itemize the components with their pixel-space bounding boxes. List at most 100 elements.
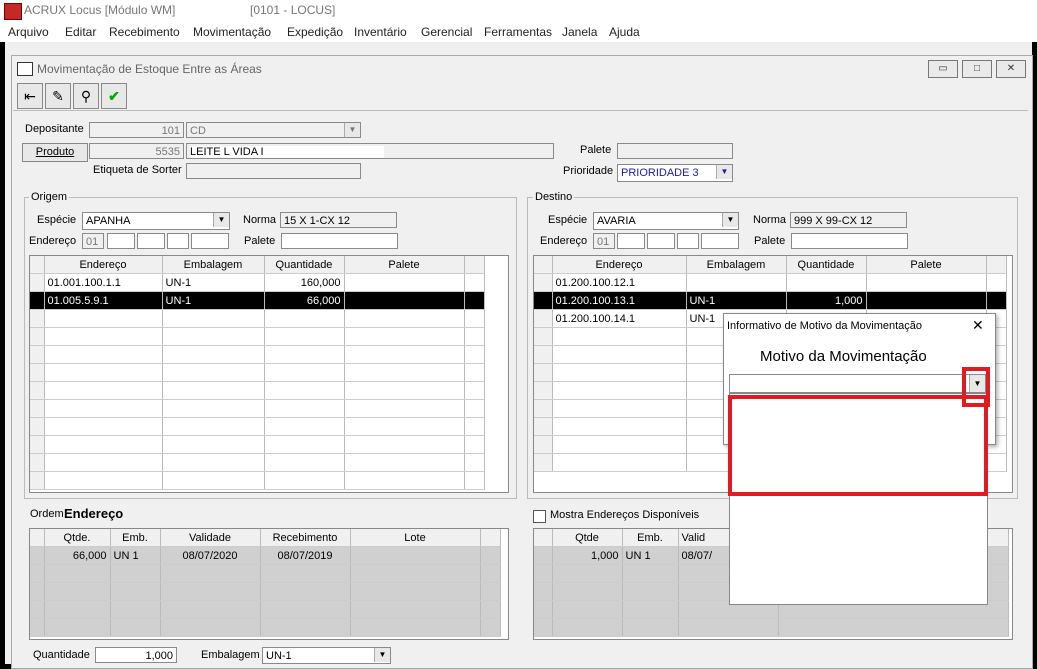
column-header[interactable]: Emb. — [110, 529, 161, 547]
column-header[interactable]: Lote — [350, 529, 481, 547]
origem-palete-field[interactable] — [281, 233, 398, 249]
quantidade-label: Quantidade — [33, 649, 90, 661]
cell-embalagem: UN-1 — [686, 291, 787, 310]
column-header[interactable]: Endereço — [44, 256, 163, 274]
origem-endereco-part[interactable] — [167, 233, 189, 249]
app-logo-icon — [4, 3, 22, 20]
maximize-button[interactable]: □ — [962, 60, 992, 78]
column-header[interactable]: Embalagem — [162, 256, 265, 274]
column-header[interactable]: Quantidade — [786, 256, 867, 274]
palete-label: Palete — [580, 144, 612, 156]
mostra-checkbox[interactable] — [533, 510, 546, 523]
eraser-icon[interactable]: ✎ — [45, 83, 71, 109]
produto-code-field[interactable]: 5535 — [89, 143, 184, 159]
column-header[interactable]: Emb. — [622, 529, 679, 547]
menu-ferramentas[interactable]: Ferramentas — [484, 25, 552, 39]
produto-button[interactable]: Produto — [22, 143, 88, 162]
column-header[interactable]: Quantidade — [264, 256, 345, 274]
menu-arquivo[interactable]: Arquivo — [8, 25, 49, 39]
depositante-code-field[interactable]: 101 — [89, 122, 184, 138]
menu-editar[interactable]: Editar — [65, 25, 96, 39]
cell-emb: UN 1 — [622, 546, 679, 565]
origem-endereco-prefix[interactable]: 01 — [82, 233, 104, 249]
column-header[interactable]: Palete — [866, 256, 987, 274]
window-icon — [17, 62, 33, 76]
destino-palete-label: Palete — [754, 235, 786, 247]
menu-inventario[interactable]: Inventário — [354, 25, 407, 39]
destino-especie-select[interactable]: AVARIA ▼ — [593, 212, 739, 230]
chevron-down-icon[interactable]: ▼ — [213, 213, 229, 227]
destino-title: Destino — [533, 191, 575, 203]
menu-janela[interactable]: Janela — [562, 25, 597, 39]
window-title: Movimentação de Estoque Entre as Áreas — [37, 62, 262, 76]
chevron-down-icon[interactable]: ▼ — [716, 165, 732, 179]
destino-endereco-label: Endereço — [540, 235, 588, 247]
menu-movimentacao[interactable]: Movimentação — [193, 25, 271, 39]
chevron-down-icon[interactable]: ▼ — [722, 213, 738, 227]
cell-endereco: 01.005.5.9.1 — [44, 291, 163, 310]
minimize-button[interactable]: ▭ — [928, 60, 958, 78]
cell-qtde: 66,000 — [44, 546, 111, 565]
produto-name: LEITE L VIDA I — [190, 146, 384, 158]
column-header[interactable]: Endereço — [552, 256, 687, 274]
origem-especie-select[interactable]: APANHA ▼ — [82, 212, 230, 230]
cell-endereco: 01.200.100.14.1 — [552, 309, 687, 328]
cell-emb: UN 1 — [110, 546, 161, 565]
highlight-box-dropdown-list — [728, 395, 988, 496]
ordem-grid[interactable]: Qtde. Emb. Validade Recebimento Lote 66,000 U… — [29, 528, 509, 640]
origem-norma-field[interactable]: 15 X 1-CX 12 — [280, 212, 397, 228]
palete-field[interactable] — [617, 143, 733, 159]
depositante-name: CD — [190, 125, 206, 137]
menu-ajuda[interactable]: Ajuda — [609, 25, 640, 39]
confirm-check-icon[interactable]: ✔ — [101, 83, 127, 109]
column-header[interactable]: Qtde. — [44, 529, 111, 547]
cell-embalagem: UN-1 — [162, 273, 265, 292]
origem-endereco-part[interactable] — [107, 233, 135, 249]
motivo-select[interactable]: ▼ — [729, 374, 986, 393]
depositante-select[interactable]: CD ▼ — [186, 122, 361, 138]
chevron-down-icon[interactable]: ▼ — [344, 123, 360, 137]
menu-expedicao[interactable]: Expedição — [287, 25, 343, 39]
menu-recebimento[interactable]: Recebimento — [109, 25, 180, 39]
destino-norma-label: Norma — [753, 214, 787, 226]
origem-endereco-part[interactable] — [137, 233, 165, 249]
column-header[interactable]: Qtde — [552, 529, 623, 547]
column-header[interactable]: Recebimento — [260, 529, 351, 547]
destino-norma-field[interactable]: 999 X 99-CX 12 — [790, 212, 907, 228]
close-window-button[interactable]: ✕ — [996, 60, 1026, 78]
cell-qtde: 1,000 — [552, 546, 623, 565]
table-row[interactable]: 01.001.100.1.1 UN-1 160,000 — [30, 273, 485, 292]
cell-endereco: 01.200.100.13.1 — [552, 291, 687, 310]
embalagem-select[interactable]: UN-1 ▼ — [262, 647, 391, 664]
quantidade-field[interactable]: 1,000 — [95, 647, 177, 663]
close-icon[interactable]: ✕ — [972, 317, 984, 334]
table-row[interactable]: 01.200.100.12.1 — [534, 273, 1007, 292]
destino-endereco-prefix[interactable]: 01 — [593, 233, 615, 249]
column-header[interactable]: Validade — [160, 529, 261, 547]
produto-name-field[interactable]: LEITE L VIDA I — [186, 143, 554, 159]
dialog-title: Informativo de Motivo da Movimentação — [727, 320, 923, 332]
column-header[interactable]: Embalagem — [686, 256, 787, 274]
prioridade-select[interactable]: PRIORIDADE 3 ▼ — [617, 164, 733, 182]
destino-palete-field[interactable] — [791, 233, 908, 249]
origem-especie-value: APANHA — [86, 215, 131, 227]
binoculars-icon[interactable]: ⚲ — [73, 83, 99, 109]
destino-endereco-part[interactable] — [617, 233, 645, 249]
destino-endereco-part[interactable] — [647, 233, 675, 249]
etiqueta-field[interactable] — [186, 163, 361, 179]
table-row-selected[interactable]: 01.005.5.9.1 UN-1 66,000 — [30, 291, 485, 310]
exit-icon[interactable]: ⇤ — [17, 83, 43, 109]
destino-endereco-part[interactable] — [701, 233, 739, 249]
destino-endereco-part[interactable] — [677, 233, 699, 249]
destino-especie-value: AVARIA — [597, 215, 636, 227]
table-row[interactable]: 66,000 UN 1 08/07/2020 08/07/2019 — [30, 546, 501, 565]
origem-grid[interactable]: Endereço Embalagem Quantidade Palete 01.001… — [29, 255, 509, 493]
ordem-label: Ordem — [30, 508, 64, 520]
etiqueta-label: Etiqueta de Sorter — [93, 164, 182, 176]
table-row-selected[interactable]: 01.200.100.13.1 UN-1 1,000 — [534, 291, 1007, 310]
cell-quantidade: 1,000 — [786, 291, 867, 310]
column-header[interactable]: Palete — [344, 256, 465, 274]
menu-gerencial[interactable]: Gerencial — [421, 25, 472, 39]
chevron-down-icon[interactable]: ▼ — [374, 648, 390, 662]
origem-endereco-part[interactable] — [191, 233, 229, 249]
